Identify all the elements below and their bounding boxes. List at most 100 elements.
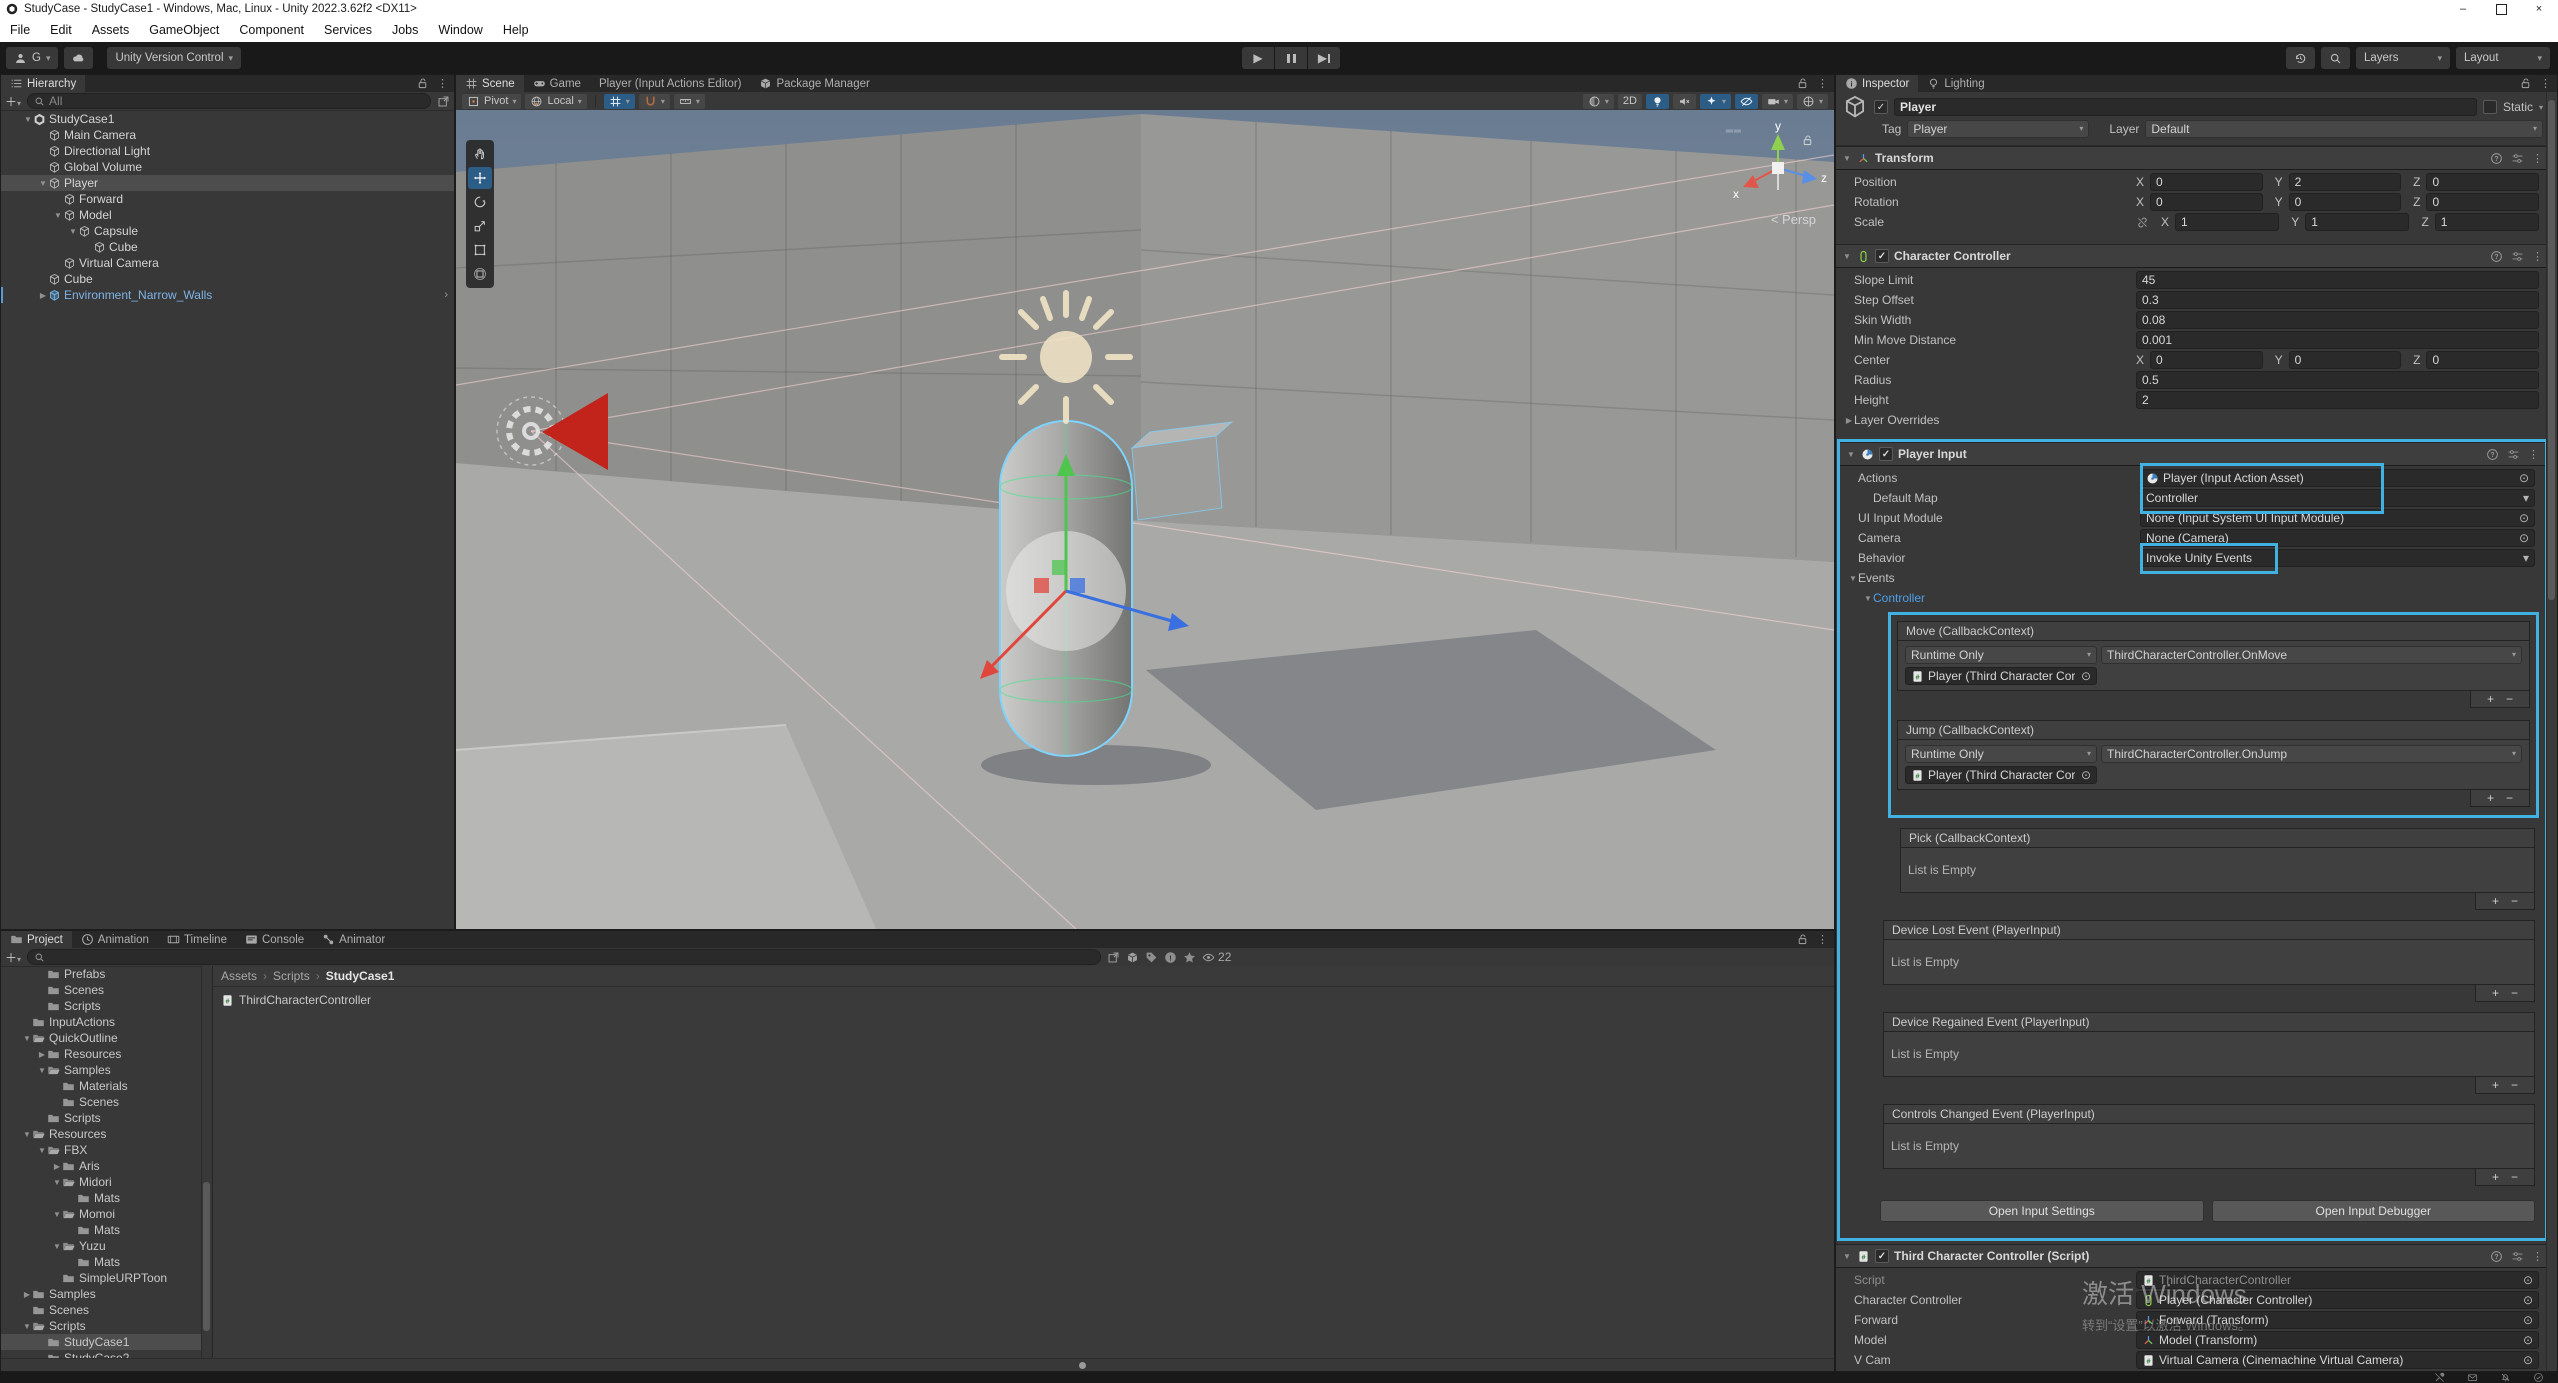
project-folder-row[interactable]: InputActions bbox=[1, 1014, 201, 1030]
search-button[interactable] bbox=[2321, 47, 2350, 69]
project-tab-0[interactable]: Project bbox=[1, 931, 72, 948]
number-field[interactable]: 0.08 bbox=[2136, 311, 2539, 329]
maximize-button[interactable] bbox=[2482, 0, 2520, 18]
chevron-down-icon[interactable]: ▾ bbox=[2517, 550, 2529, 566]
project-folder-row[interactable]: ▼Scripts bbox=[1, 1318, 201, 1334]
tab-hierarchy[interactable]: Hierarchy bbox=[1, 75, 85, 92]
scene-tab-3[interactable]: Package Manager bbox=[750, 75, 878, 92]
vector-field[interactable]: 0 bbox=[2426, 193, 2539, 211]
lock-icon[interactable] bbox=[1796, 77, 1809, 90]
hierarchy-row[interactable]: ▼Player bbox=[1, 175, 454, 191]
hierarchy-row[interactable]: ▼StudyCase1 bbox=[1, 111, 454, 127]
scale-tool-button[interactable] bbox=[468, 215, 492, 237]
object-field[interactable]: #ThirdCharacterController⊙ bbox=[2136, 1271, 2539, 1289]
lock-icon[interactable] bbox=[2519, 77, 2532, 90]
foldout-arrow-icon[interactable]: ▶ bbox=[22, 1290, 32, 1299]
foldout-arrow-icon[interactable]: ▼ bbox=[1842, 154, 1852, 163]
event-target-field[interactable]: #Player (Third Character Cor⊙ bbox=[1905, 667, 2097, 685]
project-asset-item[interactable]: #ThirdCharacterController bbox=[213, 989, 1834, 1011]
minimize-button[interactable]: – bbox=[2444, 0, 2482, 18]
foldout-controller[interactable]: ▼Controller bbox=[1840, 588, 2545, 608]
component-menu-icon[interactable]: ⋮ bbox=[2532, 152, 2543, 165]
object-field[interactable]: None (Camera)⊙ bbox=[2140, 529, 2535, 547]
version-control-button[interactable]: Unity Version Control ▾ bbox=[107, 47, 241, 69]
lock-icon[interactable] bbox=[1796, 933, 1809, 946]
number-field[interactable]: 45 bbox=[2136, 271, 2539, 289]
project-folder-row[interactable]: Scenes bbox=[1, 1302, 201, 1318]
object-picker-icon[interactable]: ⊙ bbox=[2513, 530, 2529, 546]
open-input-settings-button[interactable]: Open Input Settings bbox=[1880, 1200, 2204, 1222]
object-picker-icon[interactable]: ⊙ bbox=[2517, 1292, 2533, 1308]
event-mode-dropdown[interactable]: Runtime Only▾ bbox=[1905, 646, 2097, 664]
grid-snap-button[interactable]: ▾ bbox=[604, 94, 635, 109]
add-event-button[interactable]: + bbox=[2492, 986, 2499, 1000]
project-search-input[interactable] bbox=[27, 949, 1101, 965]
vector-field[interactable]: 1 bbox=[2175, 213, 2279, 231]
project-folder-row[interactable]: Mats bbox=[1, 1254, 201, 1270]
panel-menu-icon[interactable]: ⋮ bbox=[1817, 933, 1828, 946]
foldout-arrow-icon[interactable]: ▼ bbox=[37, 1066, 47, 1075]
open-window-icon[interactable] bbox=[437, 95, 450, 108]
object-picker-icon[interactable]: ⊙ bbox=[2517, 1352, 2533, 1368]
project-folder-row[interactable]: Mats bbox=[1, 1190, 201, 1206]
hierarchy-row[interactable]: Global Volume bbox=[1, 159, 454, 175]
menu-assets[interactable]: Assets bbox=[82, 18, 140, 42]
gameobject-name-field[interactable]: Player bbox=[1894, 98, 2477, 116]
hierarchy-row[interactable]: Cube bbox=[1, 239, 454, 255]
project-folder-row[interactable]: Scripts bbox=[1, 1110, 201, 1126]
lighting-toggle[interactable] bbox=[1646, 94, 1669, 109]
panel-menu-icon[interactable]: ⋮ bbox=[1817, 77, 1828, 90]
effects-dropdown[interactable]: ▾ bbox=[1700, 94, 1731, 109]
project-tab-1[interactable]: Animation bbox=[72, 931, 158, 948]
foldout-arrow-icon[interactable]: ▼ bbox=[68, 227, 78, 236]
breadcrumb-item[interactable]: StudyCase1 bbox=[326, 969, 395, 983]
status-ok-icon[interactable] bbox=[2533, 1372, 2544, 1383]
static-checkbox[interactable] bbox=[2483, 100, 2497, 114]
close-button[interactable]: × bbox=[2520, 0, 2558, 18]
breadcrumb-item[interactable]: Assets bbox=[221, 969, 257, 983]
gizmo-lock-icon[interactable] bbox=[1801, 134, 1814, 147]
vector-field[interactable]: 0 bbox=[2426, 173, 2539, 191]
object-field[interactable]: #Virtual Camera (Cinemachine Virtual Cam… bbox=[2136, 1351, 2539, 1369]
component-menu-icon[interactable]: ⋮ bbox=[2528, 448, 2539, 461]
scene-tab-0[interactable]: Scene bbox=[456, 75, 524, 92]
foldout-arrow-icon[interactable]: ▼ bbox=[1842, 252, 1852, 261]
layer-dropdown[interactable]: Default▾ bbox=[2145, 120, 2543, 138]
layout-dropdown[interactable]: Layout ▾ bbox=[2456, 47, 2550, 69]
project-folder-row[interactable]: ▼Samples bbox=[1, 1062, 201, 1078]
object-field[interactable]: Forward (Transform)⊙ bbox=[2136, 1311, 2539, 1329]
perspective-label[interactable]: < Persp bbox=[1771, 212, 1816, 227]
component-menu-icon[interactable]: ⋮ bbox=[2532, 250, 2543, 263]
project-folder-row[interactable]: Scenes bbox=[1, 1094, 201, 1110]
project-folder-row[interactable]: ▶Aris bbox=[1, 1158, 201, 1174]
object-picker-icon[interactable]: ⊙ bbox=[2517, 1312, 2533, 1328]
vector-field[interactable]: 1 bbox=[2305, 213, 2409, 231]
foldout-arrow-icon[interactable]: ▼ bbox=[1842, 1252, 1852, 1261]
vector-field[interactable]: 1 bbox=[2435, 213, 2539, 231]
snap-increment-button[interactable]: ▾ bbox=[639, 94, 670, 109]
open-input-debugger-button[interactable]: Open Input Debugger bbox=[2212, 1200, 2536, 1222]
transform-tool-button[interactable] bbox=[468, 263, 492, 285]
foldout-arrow-icon[interactable]: ▼ bbox=[52, 1242, 62, 1251]
component-header[interactable]: ▼Transform?⋮ bbox=[1836, 146, 2549, 170]
project-folder-row[interactable]: ▼Momoi bbox=[1, 1206, 201, 1222]
event-function-dropdown[interactable]: ThirdCharacterController.OnMove▾ bbox=[2101, 646, 2522, 664]
alert-icon[interactable]: ! bbox=[1164, 951, 1177, 964]
move-tool-button[interactable] bbox=[468, 167, 492, 189]
component-header[interactable]: ▼✓Player Input?⋮ bbox=[1840, 442, 2545, 466]
add-event-button[interactable]: + bbox=[2492, 1170, 2499, 1184]
component-menu-icon[interactable]: ⋮ bbox=[2532, 1250, 2543, 1263]
hierarchy-row[interactable]: Directional Light bbox=[1, 143, 454, 159]
foldout-arrow-icon[interactable]: ▼ bbox=[38, 179, 48, 188]
tool-muted-icon[interactable] bbox=[2434, 1372, 2445, 1383]
remove-event-button[interactable]: − bbox=[2506, 692, 2513, 706]
foldout-arrow-icon[interactable]: ▼ bbox=[52, 1178, 62, 1187]
remove-event-button[interactable]: − bbox=[2511, 986, 2518, 1000]
project-folder-row[interactable]: StudyCase1 bbox=[1, 1334, 201, 1350]
inspector-tab-1[interactable]: Lighting bbox=[1918, 75, 1993, 92]
project-folder-row[interactable]: ▶Samples bbox=[1, 1286, 201, 1302]
add-event-button[interactable]: + bbox=[2492, 894, 2499, 908]
dropdown-field[interactable]: Controller▾ bbox=[2140, 489, 2535, 507]
local-dropdown[interactable]: Local▾ bbox=[525, 94, 586, 109]
project-tab-4[interactable]: Animator bbox=[313, 931, 394, 948]
